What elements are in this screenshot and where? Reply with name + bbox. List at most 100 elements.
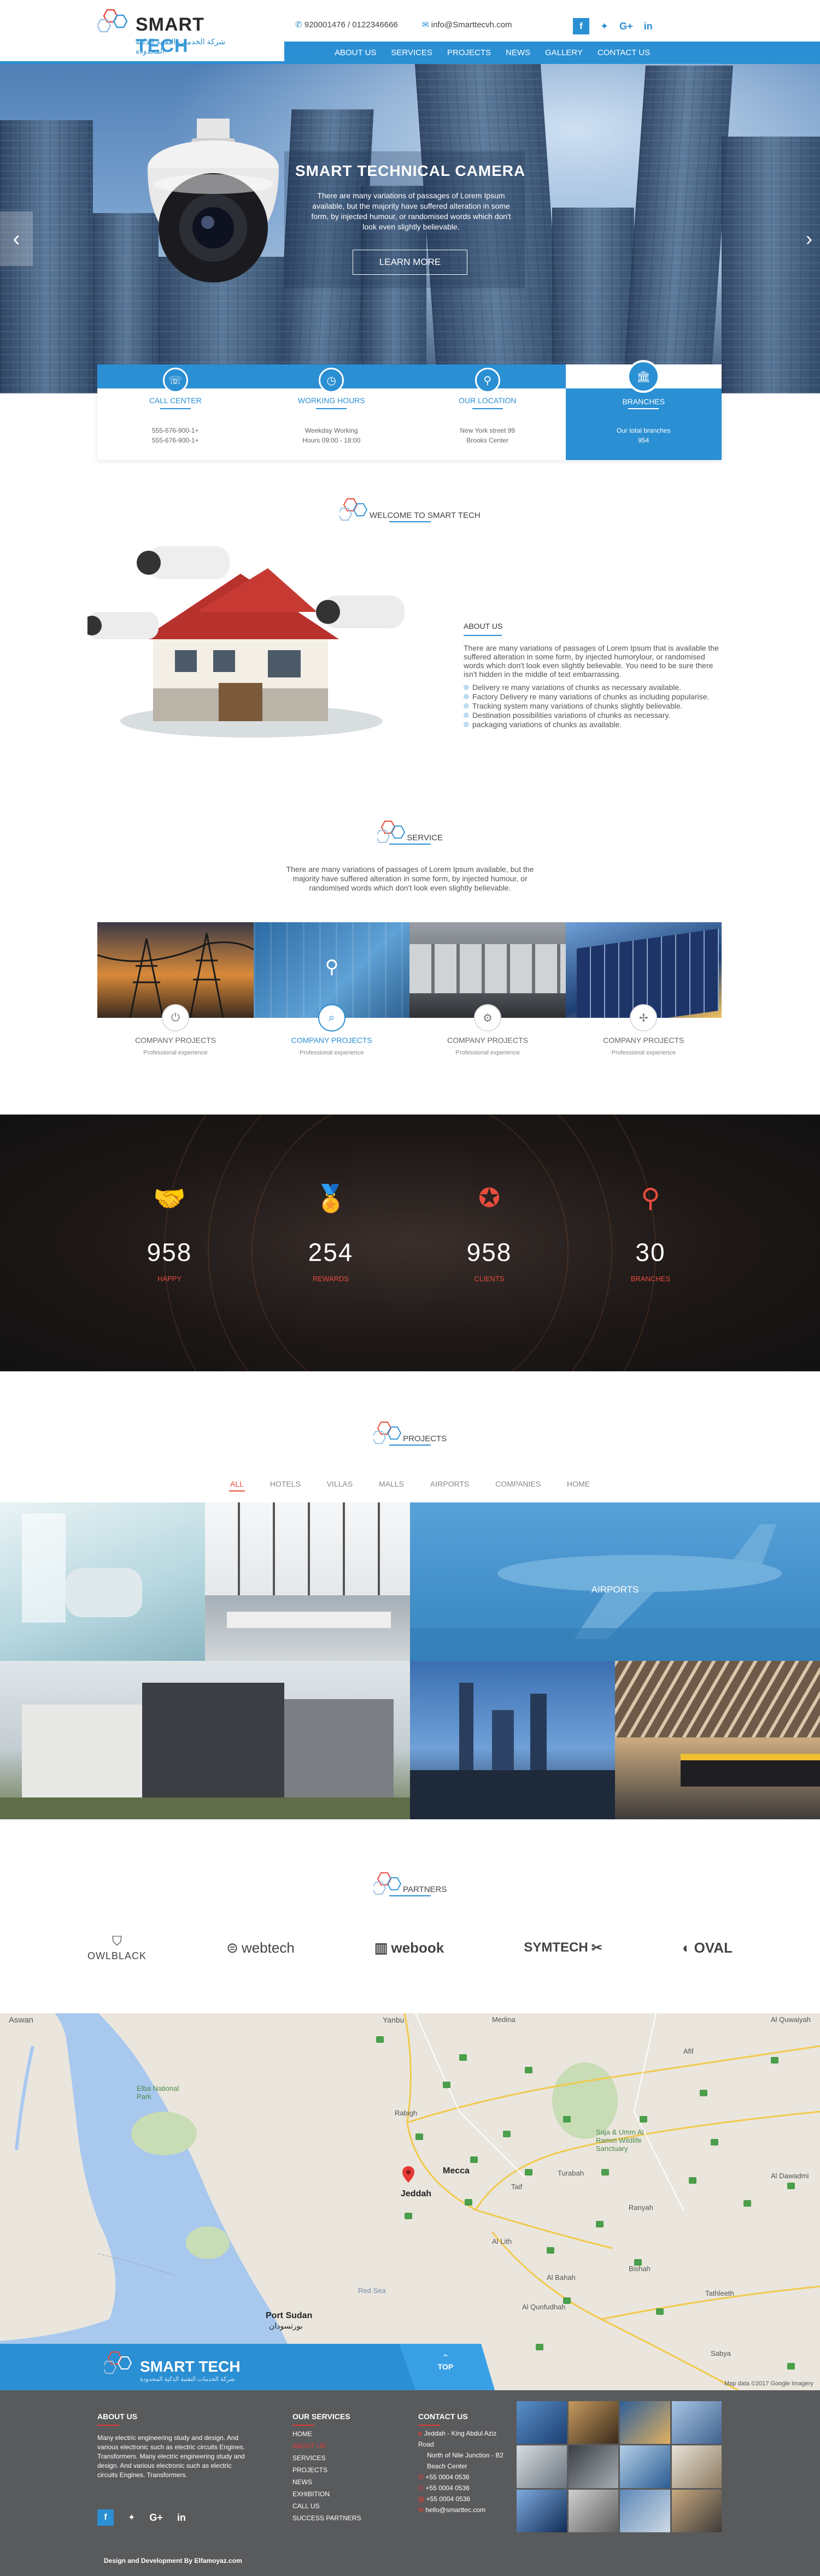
gallery-thumb[interactable] <box>671 2401 722 2444</box>
service-card[interactable]: ✢ COMPANY PROJECTS Professional experien… <box>565 922 722 1067</box>
header-phone[interactable]: ✆ 920001476 / 0122346666 <box>295 20 398 30</box>
gallery-thumb[interactable] <box>620 2490 670 2532</box>
house-cameras-image <box>87 546 405 738</box>
slider-next-arrow-icon[interactable]: › <box>798 217 820 261</box>
learn-more-button[interactable]: LEARN MORE <box>353 250 467 275</box>
footer-link-services[interactable]: SERVICES <box>292 2452 385 2464</box>
nav-about[interactable]: ABOUT US <box>335 48 376 57</box>
location-map[interactable]: Jeddah Mecca Port Sudan بورتسودان Aswan … <box>0 2013 820 2390</box>
map-pin-icon[interactable] <box>402 2166 414 2183</box>
nav-gallery[interactable]: GALLERY <box>545 48 583 57</box>
footer-logo[interactable]: SMART TECH شركة الخدمات التقنية الذكية ا… <box>104 2350 268 2383</box>
google-plus-icon[interactable]: G+ <box>149 2512 163 2524</box>
filter-home[interactable]: HOME <box>567 1479 590 1488</box>
twitter-icon[interactable]: ✦ <box>600 21 608 32</box>
headset-icon: ☏ <box>162 368 188 393</box>
project-office[interactable] <box>205 1502 410 1661</box>
filter-airports[interactable]: AIRPORTS <box>430 1479 469 1488</box>
partner-logo-webook[interactable]: ▥ webook <box>374 1940 444 1956</box>
filter-villas[interactable]: VILLAS <box>327 1479 353 1488</box>
footer-link-projects[interactable]: PROJECTS <box>292 2464 385 2476</box>
services-title: SERVICE <box>0 820 820 847</box>
location-pin-icon: ● <box>418 2430 424 2437</box>
logo[interactable]: SMART TECH شركة الخدمات التقنية الذكية ا… <box>97 7 256 56</box>
facebook-icon[interactable]: f <box>573 18 589 34</box>
nav-projects[interactable]: PROJECTS <box>447 48 491 57</box>
magnifier-icon: ⌕ <box>318 1004 345 1031</box>
partner-name: OWLBLACK <box>87 1950 147 1961</box>
service-card[interactable]: ⚙ COMPANY PROJECTS Professional experien… <box>409 922 566 1067</box>
nav-contact[interactable]: CONTACT US <box>598 48 650 57</box>
logo-subtitle: شركة الخدمات التقنية الذكية المحدودة <box>136 37 226 55</box>
top-button[interactable]: ⌃ TOP <box>432 2354 459 2372</box>
facebook-icon[interactable]: f <box>97 2509 114 2526</box>
partner-logo-webtech[interactable]: ⊜ webtech <box>226 1940 295 1956</box>
gallery-thumb[interactable] <box>671 2490 722 2532</box>
gallery-thumb[interactable] <box>620 2401 670 2444</box>
stat-branches: ⚲ 30 BRANCHES <box>596 1183 705 1283</box>
gallery-thumb[interactable] <box>517 2401 567 2444</box>
project-villas[interactable] <box>0 1661 410 1819</box>
main-nav: HOME ABOUT US SERVICES PROJECTS NEWS GAL… <box>284 42 820 64</box>
map-label: Yanbu <box>383 2015 405 2024</box>
footer-contact-text: North of Nile Junction - B2 <box>427 2451 504 2459</box>
about-bullets: Delivery re many variations of chunks as… <box>464 683 726 729</box>
filter-malls[interactable]: MALLS <box>379 1479 404 1488</box>
partner-logo-oval[interactable]: ◐ OVAL <box>682 1940 733 1956</box>
nav-news[interactable]: NEWS <box>506 48 530 57</box>
footer-contact-phone[interactable]: ✆ +55 0004 0536 <box>418 2472 511 2483</box>
project-train-station[interactable] <box>615 1661 820 1819</box>
about-bullet: packaging variations of chunks as availa… <box>464 720 726 729</box>
gallery-thumb[interactable] <box>517 2445 567 2488</box>
gallery-thumb[interactable] <box>517 2490 567 2532</box>
google-plus-icon[interactable]: G+ <box>619 21 633 32</box>
service-card[interactable]: ⏻ COMPANY PROJECTS Professional experien… <box>97 922 254 1067</box>
gallery-thumb[interactable] <box>568 2445 618 2488</box>
footer-link-home[interactable]: HOME <box>292 2428 385 2440</box>
header-email[interactable]: ✉ info@Smarttecvh.com <box>422 20 512 30</box>
gallery-thumb[interactable] <box>671 2445 722 2488</box>
partners-logos: ⛉ OWLBLACK ⊜ webtech ▥ webook SYMTECH ✂ … <box>87 1931 733 1964</box>
plug-icon: ⏻ <box>162 1004 189 1031</box>
map-label: Al Qunfudhah <box>522 2303 566 2311</box>
phone-icon: ✆ <box>295 20 302 30</box>
footer-contact-text: hello@smarttec.com <box>425 2506 485 2514</box>
nav-home[interactable]: HOME <box>293 48 322 64</box>
map-label: Saja & Umm Al Ramm Wildlife Sanctuary <box>596 2128 644 2153</box>
nav-services[interactable]: SERVICES <box>391 48 432 57</box>
filter-companies[interactable]: COMPANIES <box>495 1479 541 1488</box>
project-dental-clinic[interactable] <box>0 1502 205 1661</box>
gallery-thumb[interactable] <box>568 2490 618 2532</box>
partner-logo-symtech[interactable]: SYMTECH ✂ <box>524 1940 602 1956</box>
filter-all[interactable]: ALL <box>229 1479 245 1492</box>
gallery-thumb[interactable] <box>568 2401 618 2444</box>
section-hexagons-icon <box>377 821 406 843</box>
footer-contact-fax[interactable]: ▤ +55 0004 0536 <box>418 2494 511 2504</box>
info-box-label: CALL CENTER <box>149 396 202 405</box>
footer-link-call-us[interactable]: CALL US <box>292 2500 385 2512</box>
envelope-icon: ✉ <box>418 2506 426 2514</box>
twitter-icon[interactable]: ✦ <box>128 2512 135 2523</box>
footer-link-success-partners[interactable]: SUCCESS PARTNERS <box>292 2512 385 2524</box>
partner-logo-owlblack[interactable]: ⛉ OWLBLACK <box>87 1934 147 1962</box>
project-airports[interactable]: AIRPORTS <box>410 1502 820 1661</box>
footer-contact-text: +55 0004 0536 <box>426 2495 471 2503</box>
map-label: Taif <box>511 2183 523 2191</box>
footer-contact-email[interactable]: ✉ hello@smarttec.com <box>418 2504 511 2515</box>
services-title-text: SERVICE <box>407 833 443 842</box>
footer-link-about[interactable]: ABOUT US <box>292 2440 385 2452</box>
phone-text: 920001476 / 0122346666 <box>304 20 398 30</box>
linkedin-icon[interactable]: in <box>644 21 653 32</box>
info-boxes: ☏ CALL CENTER 555-676-900-1+ 555-676-900… <box>97 360 722 460</box>
gallery-thumb[interactable] <box>620 2445 670 2488</box>
filter-hotels[interactable]: HOTELS <box>270 1479 301 1488</box>
info-box-line1: Our total branches <box>616 427 671 434</box>
footer-contact-phone[interactable]: ✆ +55 0004 0536 <box>418 2483 511 2494</box>
linkedin-icon[interactable]: in <box>177 2512 186 2524</box>
footer-link-news[interactable]: NEWS <box>292 2476 385 2488</box>
slider-prev-arrow-icon[interactable]: ‹ <box>0 211 33 266</box>
stat-rewards: 🏅 254 REWARDS <box>276 1183 385 1283</box>
project-city-skyline[interactable] <box>410 1661 615 1819</box>
footer-link-exhibition[interactable]: EXHIBITION <box>292 2488 385 2500</box>
service-card[interactable]: ⚲ ⌕ COMPANY PROJECTS Professional experi… <box>254 922 410 1067</box>
